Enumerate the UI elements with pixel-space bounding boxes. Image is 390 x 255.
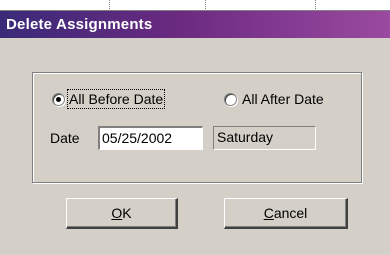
after-date-label[interactable]: All After Date [242,91,324,107]
grid-cell [0,0,110,11]
ok-button[interactable]: OK [66,198,178,229]
grid-cell [206,0,316,11]
before-date-radio[interactable] [52,93,65,106]
ok-mnemonic: O [111,205,123,221]
background-grid-strip [0,0,390,11]
dialog-title: Delete Assignments [0,11,390,38]
radio-selected-dot [56,97,61,102]
after-date-radio[interactable] [224,93,237,106]
date-input[interactable]: 05/25/2002 [98,126,203,150]
cancel-label-rest: ancel [273,205,308,221]
date-label: Date [50,130,80,146]
weekday-display: Saturday [213,126,316,150]
cancel-button[interactable]: Cancel [224,198,348,229]
delete-assignments-dialog: Delete Assignments All Before Date All A… [0,11,390,255]
ok-label-rest: K [122,205,132,221]
cancel-mnemonic: C [263,205,274,221]
grid-cell [110,0,206,11]
before-date-label[interactable]: All Before Date [66,89,166,109]
